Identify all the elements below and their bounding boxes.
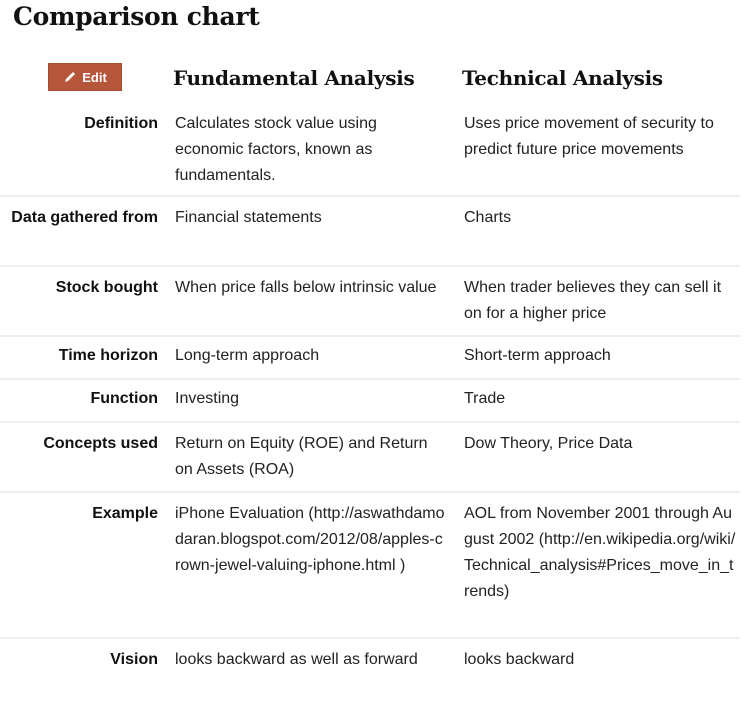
pencil-icon (63, 70, 77, 84)
fundamental-cell: iPhone Evaluation (http://aswathdamodara… (175, 505, 445, 574)
row-label: Time horizon (58, 347, 158, 364)
edit-button-label: Edit (82, 69, 107, 85)
table-row-data-gathered: Data gathered from Financial statements … (0, 197, 740, 267)
row-label: Stock bought (55, 279, 158, 296)
row-label: Example (92, 505, 158, 522)
technical-cell: When trader believes they can sell it on… (464, 279, 722, 322)
technical-cell: Dow Theory, Price Data (464, 435, 633, 452)
page-title: Comparison chart (13, 2, 260, 31)
technical-cell: Short-term approach (464, 347, 611, 364)
fundamental-cell: Long-term approach (175, 347, 320, 364)
row-label: Vision (110, 651, 158, 668)
technical-cell: Uses price movement of security to predi… (464, 115, 714, 158)
fundamental-cell: Calculates stock value using economic fa… (175, 115, 377, 184)
fundamental-cell: Financial statements (175, 209, 322, 226)
technical-cell: looks backward (464, 651, 575, 668)
table-row-example: Example iPhone Evaluation (http://aswath… (0, 493, 740, 639)
technical-cell: Charts (464, 209, 512, 226)
table-row-stock-bought: Stock bought When price falls below intr… (0, 267, 740, 337)
fundamental-cell: When price falls below intrinsic value (175, 279, 437, 296)
row-label: Concepts used (43, 435, 158, 452)
fundamental-cell: looks backward as well as forward (175, 651, 418, 668)
row-label: Function (90, 390, 158, 407)
table-row-function: Function Investing Trade (0, 380, 740, 423)
fundamental-cell: Investing (175, 390, 240, 407)
column-header-technical: Technical Analysis (462, 66, 663, 90)
technical-cell: Trade (464, 390, 506, 407)
column-header-fundamental: Fundamental Analysis (173, 66, 415, 90)
fundamental-cell: Return on Equity (ROE) and Return on Ass… (175, 435, 428, 478)
edit-button[interactable]: Edit (48, 63, 122, 91)
row-label: Data gathered from (11, 209, 158, 226)
table-row-concepts-used: Concepts used Return on Equity (ROE) and… (0, 423, 740, 493)
table-row-vision: Vision looks backward as well as forward… (0, 639, 740, 709)
technical-cell: AOL from November 2001 through August 20… (464, 505, 736, 600)
row-label: Definition (84, 115, 158, 132)
comparison-table: Definition Calculates stock value using … (0, 108, 740, 709)
table-row-time-horizon: Time horizon Long-term approach Short-te… (0, 337, 740, 380)
table-row-definition: Definition Calculates stock value using … (0, 108, 740, 197)
